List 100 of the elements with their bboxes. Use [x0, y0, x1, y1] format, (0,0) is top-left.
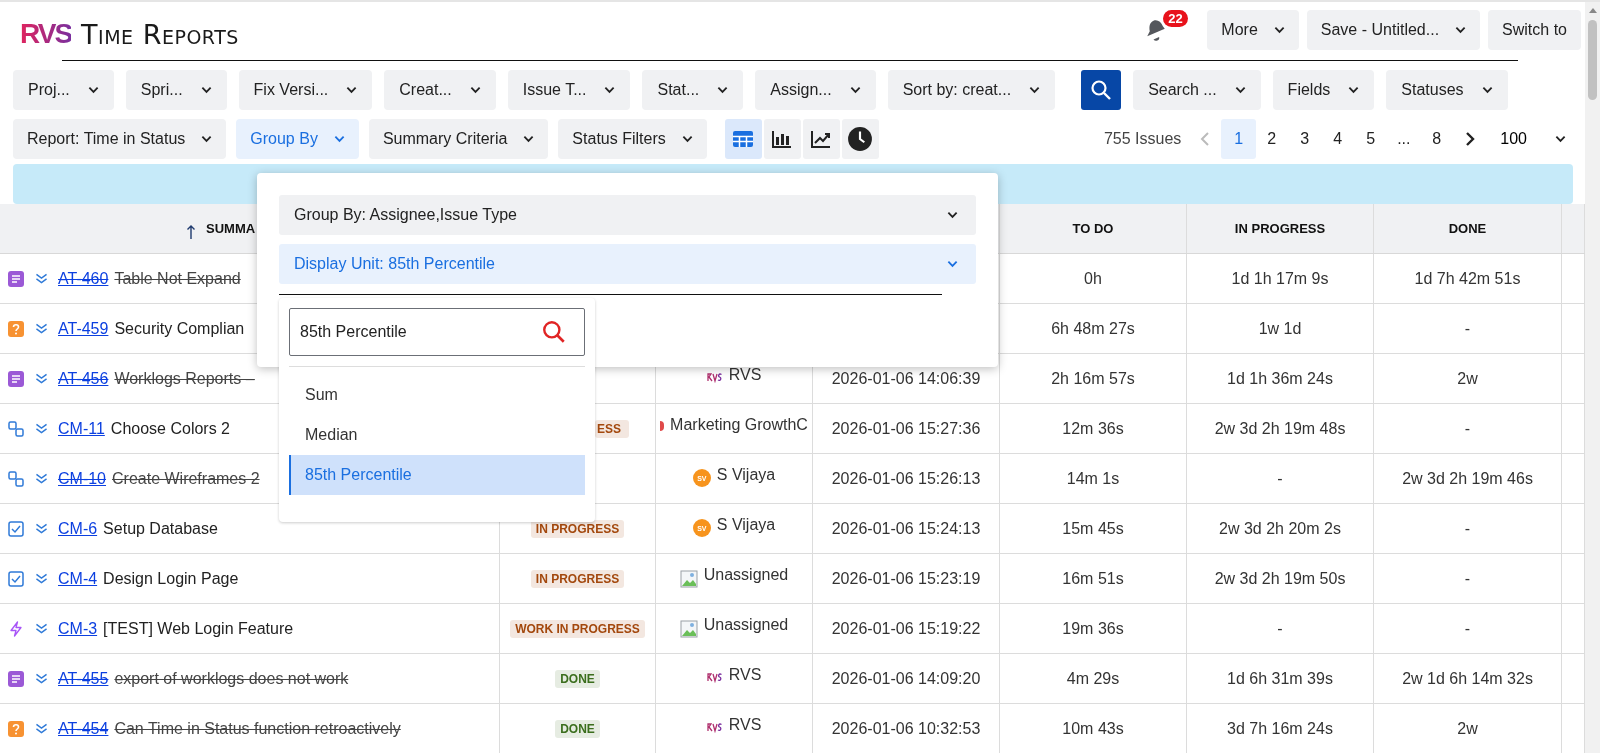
- filter-dropdown[interactable]: Creat...: [384, 70, 496, 110]
- assignee-name: Marketing GrowthC: [670, 416, 808, 434]
- scrollbar-thumb[interactable]: [1588, 20, 1597, 100]
- page-button[interactable]: 2: [1254, 119, 1290, 159]
- issue-key-link[interactable]: CM-6: [58, 519, 98, 538]
- column-header[interactable]: IN PROGRESS: [1187, 204, 1374, 253]
- chevron-down-icon: [523, 135, 535, 143]
- issue-key-link[interactable]: CM-11: [58, 419, 105, 438]
- issue-key-link[interactable]: AT-456: [58, 369, 109, 388]
- filter-dropdown[interactable]: Issue T...: [507, 70, 631, 110]
- todo-time: 12m 36s: [1062, 419, 1124, 438]
- chevron-down-icon: [681, 135, 693, 143]
- chevron-down-icon: [1481, 86, 1493, 94]
- chevron-down-icon: [604, 86, 616, 94]
- issue-key-link[interactable]: AT-459: [58, 319, 109, 338]
- filter-dropdown[interactable]: Stat...: [642, 70, 744, 110]
- created-date: 2026-01-06 15:23:19: [831, 569, 981, 588]
- issue-summary: Design Login Page: [103, 569, 239, 588]
- filter-dropdown[interactable]: Sort by: creat...: [887, 70, 1056, 110]
- bar-view-button[interactable]: [763, 119, 801, 159]
- assignee-name: S Vijaya: [716, 466, 776, 484]
- report-menu[interactable]: Summary Criteria: [368, 119, 549, 159]
- filter-dropdown[interactable]: Assign...: [755, 70, 876, 110]
- todo-time: 6h 48m 27s: [1051, 319, 1135, 338]
- dropdown-option[interactable]: 85th Percentile: [289, 455, 585, 495]
- assignee-name: RVS: [728, 666, 762, 684]
- search-button[interactable]: [1081, 70, 1122, 110]
- header-button[interactable]: More: [1207, 10, 1299, 50]
- page-size-select[interactable]: 100: [1492, 119, 1580, 159]
- created-date: 2026-01-06 14:06:39: [831, 369, 981, 388]
- toolbar-dropdown[interactable]: Fields: [1272, 70, 1375, 110]
- chevron-down-icon: [1234, 86, 1246, 94]
- chevron-down-icon: [346, 86, 358, 94]
- line-view-button[interactable]: [802, 119, 840, 159]
- scroll-up-icon[interactable]: [1587, 6, 1598, 14]
- done-time: 2w 1d 6h 14m 32s: [1402, 669, 1533, 688]
- issue-summary: Security Complian: [114, 319, 245, 338]
- issue-key-link[interactable]: AT-460: [58, 269, 109, 288]
- assignee-name: RVS: [728, 366, 762, 384]
- created-date: 2026-01-06 10:32:53: [831, 719, 981, 738]
- issue-key-link[interactable]: AT-455: [58, 669, 109, 688]
- todo-time: 15m 45s: [1062, 519, 1124, 538]
- todo-time: 14m 1s: [1066, 469, 1120, 488]
- page-button[interactable]: ...: [1386, 119, 1422, 159]
- chevron-down-icon: [1273, 26, 1285, 34]
- done-time: -: [1464, 419, 1471, 438]
- dropdown-option[interactable]: Sum: [289, 375, 585, 415]
- assignee-name: S Vijaya: [716, 516, 776, 534]
- todo-time: 19m 36s: [1062, 619, 1124, 638]
- issue-summary: Choose Colors 2: [110, 419, 230, 438]
- todo-time: 10m 43s: [1062, 719, 1124, 738]
- created-date: 2026-01-06 15:24:13: [831, 519, 981, 538]
- report-menu[interactable]: Group By: [236, 119, 359, 159]
- page-button[interactable]: 1: [1221, 119, 1257, 159]
- chevron-down-icon: [469, 86, 481, 94]
- page-button[interactable]: 4: [1320, 119, 1356, 159]
- page-title: Time Reports: [81, 18, 239, 50]
- search-field[interactable]: 85th Percentile: [289, 308, 585, 356]
- clock-view-button[interactable]: [841, 119, 879, 159]
- header-button[interactable]: Save - Untitled...: [1306, 10, 1481, 50]
- assignee-name: RVS: [728, 716, 762, 734]
- dropdown-option[interactable]: Median: [289, 415, 585, 455]
- column-header[interactable]: TO DO: [1000, 204, 1187, 253]
- notification-badge: 22: [1163, 10, 1188, 27]
- panel-select[interactable]: Display Unit: 85th Percentile: [279, 244, 976, 284]
- panel-select[interactable]: Group By: Assignee,Issue Type: [279, 195, 976, 235]
- issue-key-link[interactable]: CM-10: [58, 469, 106, 488]
- toolbar-dropdown[interactable]: Statuses: [1386, 70, 1508, 110]
- chevron-down-icon: [947, 260, 958, 268]
- clock-icon: [847, 126, 874, 152]
- chevron-down-icon: [333, 135, 345, 143]
- page-button[interactable]: 3: [1287, 119, 1323, 159]
- in-progress-time: 2w 3d 2h 19m 48s: [1214, 419, 1346, 438]
- todo-time: 16m 51s: [1062, 569, 1124, 588]
- todo-time: 4m 29s: [1066, 669, 1120, 688]
- issue-summary: Table Not Expand: [114, 269, 241, 288]
- search-icon: [541, 319, 567, 345]
- issue-key-link[interactable]: CM-4: [58, 569, 98, 588]
- chevron-left-icon: [1200, 131, 1211, 147]
- page-button[interactable]: 5: [1353, 119, 1389, 159]
- assignee-name: Unassigned: [703, 566, 789, 584]
- header-button[interactable]: Switch to: [1488, 10, 1581, 50]
- report-menu[interactable]: Status Filters: [558, 119, 707, 159]
- issue-summary: export of worklogs does not work: [114, 669, 349, 688]
- todo-time: 2h 16m 57s: [1051, 369, 1135, 388]
- toolbar-dropdown[interactable]: Search ...: [1133, 70, 1261, 110]
- report-menu[interactable]: Report: Time in Status: [13, 119, 227, 159]
- table-view-button[interactable]: [724, 119, 762, 159]
- issue-key-link[interactable]: AT-454: [58, 719, 109, 738]
- chevron-down-icon: [1455, 26, 1467, 34]
- scrollbar[interactable]: [1585, 2, 1600, 753]
- column-header[interactable]: DONE: [1374, 204, 1562, 253]
- filter-dropdown[interactable]: Proj...: [13, 70, 114, 110]
- done-time: 2w: [1457, 719, 1478, 738]
- in-progress-time: 1d 1h 36m 24s: [1227, 369, 1333, 388]
- filter-dropdown[interactable]: Spri...: [125, 70, 227, 110]
- in-progress-time: -: [1277, 469, 1283, 488]
- issue-key-link[interactable]: CM-3: [58, 619, 98, 638]
- filter-dropdown[interactable]: Fix Versi...: [238, 70, 373, 110]
- page-button[interactable]: 8: [1419, 119, 1455, 159]
